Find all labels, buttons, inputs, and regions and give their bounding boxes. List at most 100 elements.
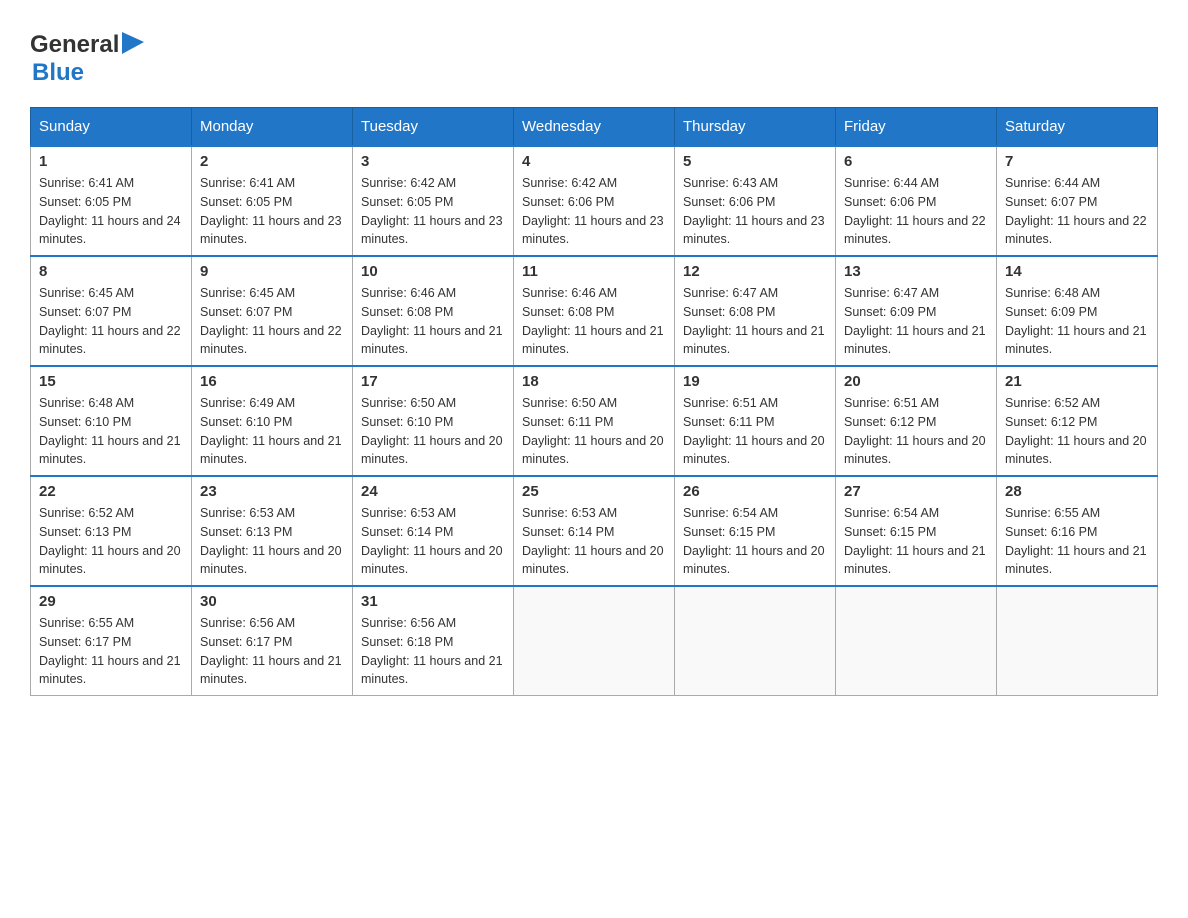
calendar-day-cell: 20 Sunrise: 6:51 AMSunset: 6:12 PMDayligh… [836, 366, 997, 476]
day-info: Sunrise: 6:54 AMSunset: 6:15 PMDaylight:… [683, 504, 827, 579]
day-number: 18 [522, 373, 666, 390]
logo: General Blue [30, 30, 144, 87]
day-number: 13 [844, 263, 988, 280]
page-header: General Blue [30, 30, 1158, 87]
day-number: 26 [683, 483, 827, 500]
day-info: Sunrise: 6:55 AMSunset: 6:17 PMDaylight:… [39, 614, 183, 689]
day-info: Sunrise: 6:47 AMSunset: 6:08 PMDaylight:… [683, 284, 827, 359]
day-info: Sunrise: 6:41 AMSunset: 6:05 PMDaylight:… [39, 174, 183, 249]
day-info: Sunrise: 6:43 AMSunset: 6:06 PMDaylight:… [683, 174, 827, 249]
calendar-day-cell: 10Sunrise: 6:46 AMSunset: 6:08 PMDayligh… [353, 256, 514, 366]
day-number: 2 [200, 153, 344, 170]
calendar-day-cell: 4 Sunrise: 6:42 AMSunset: 6:06 PMDaylight… [514, 146, 675, 256]
logo-triangle-icon [122, 32, 144, 54]
day-info: Sunrise: 6:49 AMSunset: 6:10 PMDaylight:… [200, 394, 344, 469]
calendar-day-cell: 3 Sunrise: 6:42 AMSunset: 6:05 PMDaylight… [353, 146, 514, 256]
day-number: 29 [39, 593, 183, 610]
day-info: Sunrise: 6:47 AMSunset: 6:09 PMDaylight:… [844, 284, 988, 359]
header-wednesday: Wednesday [514, 108, 675, 147]
calendar-day-cell: 14 Sunrise: 6:48 AMSunset: 6:09 PMDayligh… [997, 256, 1158, 366]
calendar-day-cell: 29 Sunrise: 6:55 AMSunset: 6:17 PMDayligh… [31, 586, 192, 696]
logo-general-text: General [30, 31, 119, 59]
day-info: Sunrise: 6:51 AMSunset: 6:11 PMDaylight:… [683, 394, 827, 469]
day-info: Sunrise: 6:48 AMSunset: 6:10 PMDaylight:… [39, 394, 183, 469]
day-info: Sunrise: 6:44 AMSunset: 6:07 PMDaylight:… [1005, 174, 1149, 249]
day-number: 8 [39, 263, 183, 280]
day-number: 14 [1005, 263, 1149, 280]
day-info: Sunrise: 6:44 AMSunset: 6:06 PMDaylight:… [844, 174, 988, 249]
day-info: Sunrise: 6:42 AMSunset: 6:06 PMDaylight:… [522, 174, 666, 249]
day-number: 11 [522, 263, 666, 280]
calendar-day-cell: 17Sunrise: 6:50 AMSunset: 6:10 PMDayligh… [353, 366, 514, 476]
calendar-day-cell: 6 Sunrise: 6:44 AMSunset: 6:06 PMDaylight… [836, 146, 997, 256]
day-number: 17 [361, 373, 505, 390]
day-number: 4 [522, 153, 666, 170]
calendar-day-cell: 21 Sunrise: 6:52 AMSunset: 6:12 PMDayligh… [997, 366, 1158, 476]
calendar-week-row: 15 Sunrise: 6:48 AMSunset: 6:10 PMDayligh… [31, 366, 1158, 476]
day-info: Sunrise: 6:45 AMSunset: 6:07 PMDaylight:… [200, 284, 344, 359]
calendar-day-cell: 9 Sunrise: 6:45 AMSunset: 6:07 PMDaylight… [192, 256, 353, 366]
day-number: 23 [200, 483, 344, 500]
calendar-week-row: 8 Sunrise: 6:45 AMSunset: 6:07 PMDaylight… [31, 256, 1158, 366]
calendar-day-cell: 31 Sunrise: 6:56 AMSunset: 6:18 PMDayligh… [353, 586, 514, 696]
calendar-day-cell: 25Sunrise: 6:53 AMSunset: 6:14 PMDayligh… [514, 476, 675, 586]
header-tuesday: Tuesday [353, 108, 514, 147]
day-number: 19 [683, 373, 827, 390]
calendar-week-row: 1Sunrise: 6:41 AMSunset: 6:05 PMDaylight… [31, 146, 1158, 256]
day-number: 9 [200, 263, 344, 280]
day-number: 7 [1005, 153, 1149, 170]
day-number: 16 [200, 373, 344, 390]
calendar-day-cell [675, 586, 836, 696]
day-info: Sunrise: 6:52 AMSunset: 6:12 PMDaylight:… [1005, 394, 1149, 469]
day-number: 24 [361, 483, 505, 500]
day-number: 20 [844, 373, 988, 390]
calendar-header-row: SundayMondayTuesdayWednesdayThursdayFrid… [31, 108, 1158, 147]
calendar-day-cell: 28 Sunrise: 6:55 AMSunset: 6:16 PMDayligh… [997, 476, 1158, 586]
calendar-week-row: 22 Sunrise: 6:52 AMSunset: 6:13 PMDayligh… [31, 476, 1158, 586]
day-info: Sunrise: 6:56 AMSunset: 6:17 PMDaylight:… [200, 614, 344, 689]
day-info: Sunrise: 6:55 AMSunset: 6:16 PMDaylight:… [1005, 504, 1149, 579]
calendar-day-cell: 19 Sunrise: 6:51 AMSunset: 6:11 PMDayligh… [675, 366, 836, 476]
day-number: 28 [1005, 483, 1149, 500]
calendar-day-cell: 8Sunrise: 6:45 AMSunset: 6:07 PMDaylight… [31, 256, 192, 366]
calendar-day-cell [836, 586, 997, 696]
calendar-day-cell: 11 Sunrise: 6:46 AMSunset: 6:08 PMDayligh… [514, 256, 675, 366]
calendar-day-cell: 22 Sunrise: 6:52 AMSunset: 6:13 PMDayligh… [31, 476, 192, 586]
header-sunday: Sunday [31, 108, 192, 147]
calendar-day-cell: 13 Sunrise: 6:47 AMSunset: 6:09 PMDayligh… [836, 256, 997, 366]
day-number: 21 [1005, 373, 1149, 390]
day-info: Sunrise: 6:41 AMSunset: 6:05 PMDaylight:… [200, 174, 344, 249]
calendar-day-cell: 23 Sunrise: 6:53 AMSunset: 6:13 PMDayligh… [192, 476, 353, 586]
day-number: 3 [361, 153, 505, 170]
day-number: 22 [39, 483, 183, 500]
day-info: Sunrise: 6:52 AMSunset: 6:13 PMDaylight:… [39, 504, 183, 579]
calendar-table: SundayMondayTuesdayWednesdayThursdayFrid… [30, 107, 1158, 696]
day-info: Sunrise: 6:46 AMSunset: 6:08 PMDaylight:… [522, 284, 666, 359]
header-friday: Friday [836, 108, 997, 147]
day-info: Sunrise: 6:54 AMSunset: 6:15 PMDaylight:… [844, 504, 988, 579]
day-info: Sunrise: 6:42 AMSunset: 6:05 PMDaylight:… [361, 174, 505, 249]
logo-blue-text: Blue [32, 59, 84, 86]
calendar-day-cell: 27 Sunrise: 6:54 AMSunset: 6:15 PMDayligh… [836, 476, 997, 586]
day-number: 30 [200, 593, 344, 610]
day-info: Sunrise: 6:56 AMSunset: 6:18 PMDaylight:… [361, 614, 505, 689]
day-number: 27 [844, 483, 988, 500]
day-number: 12 [683, 263, 827, 280]
calendar-day-cell [514, 586, 675, 696]
header-thursday: Thursday [675, 108, 836, 147]
calendar-day-cell: 18Sunrise: 6:50 AMSunset: 6:11 PMDayligh… [514, 366, 675, 476]
calendar-day-cell: 30 Sunrise: 6:56 AMSunset: 6:17 PMDayligh… [192, 586, 353, 696]
day-info: Sunrise: 6:53 AMSunset: 6:13 PMDaylight:… [200, 504, 344, 579]
day-number: 6 [844, 153, 988, 170]
day-info: Sunrise: 6:48 AMSunset: 6:09 PMDaylight:… [1005, 284, 1149, 359]
day-number: 15 [39, 373, 183, 390]
day-info: Sunrise: 6:46 AMSunset: 6:08 PMDaylight:… [361, 284, 505, 359]
calendar-day-cell: 5Sunrise: 6:43 AMSunset: 6:06 PMDaylight… [675, 146, 836, 256]
day-info: Sunrise: 6:51 AMSunset: 6:12 PMDaylight:… [844, 394, 988, 469]
day-info: Sunrise: 6:53 AMSunset: 6:14 PMDaylight:… [361, 504, 505, 579]
calendar-day-cell: 7 Sunrise: 6:44 AMSunset: 6:07 PMDaylight… [997, 146, 1158, 256]
calendar-week-row: 29 Sunrise: 6:55 AMSunset: 6:17 PMDayligh… [31, 586, 1158, 696]
header-monday: Monday [192, 108, 353, 147]
day-number: 31 [361, 593, 505, 610]
calendar-day-cell: 26 Sunrise: 6:54 AMSunset: 6:15 PMDayligh… [675, 476, 836, 586]
